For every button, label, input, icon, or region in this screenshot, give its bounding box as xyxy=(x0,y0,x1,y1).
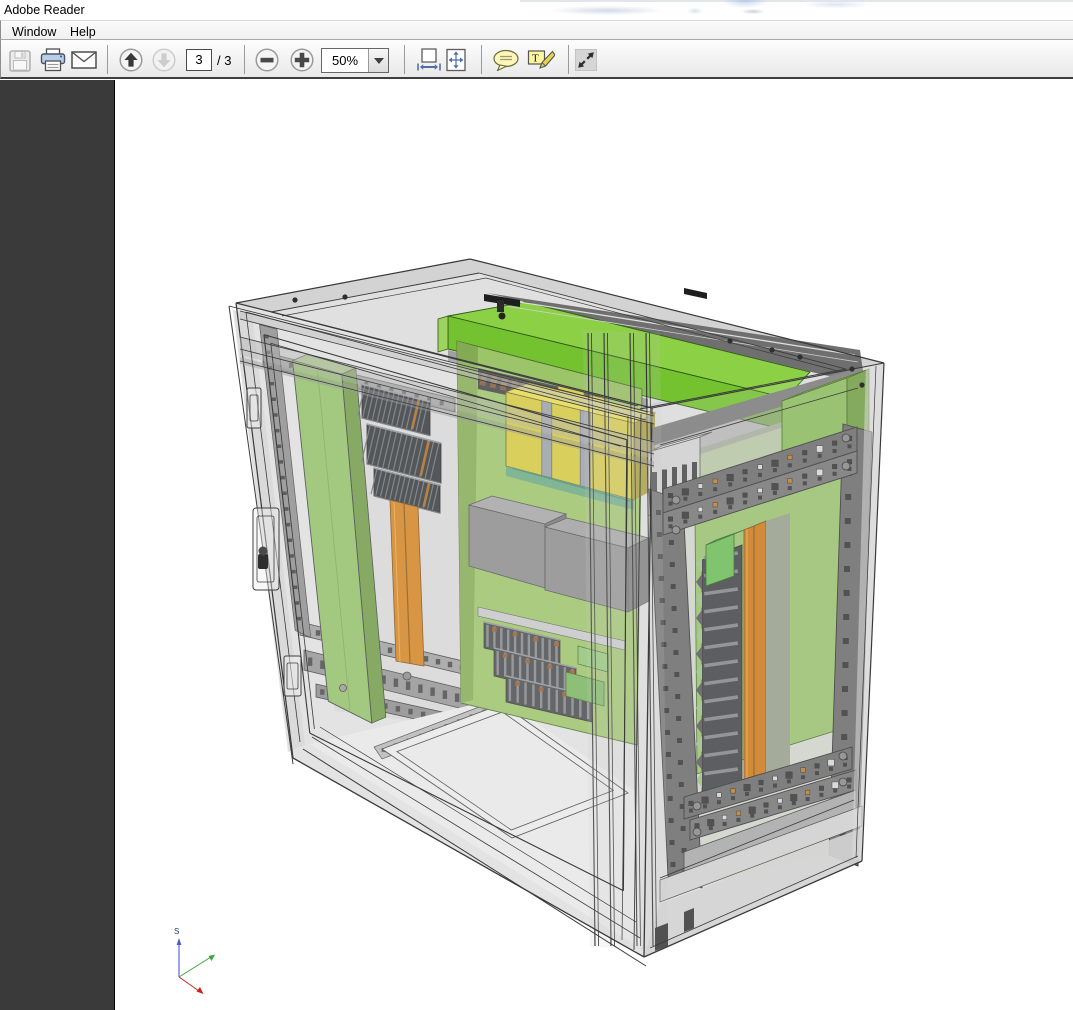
svg-text:S: S xyxy=(174,927,179,936)
